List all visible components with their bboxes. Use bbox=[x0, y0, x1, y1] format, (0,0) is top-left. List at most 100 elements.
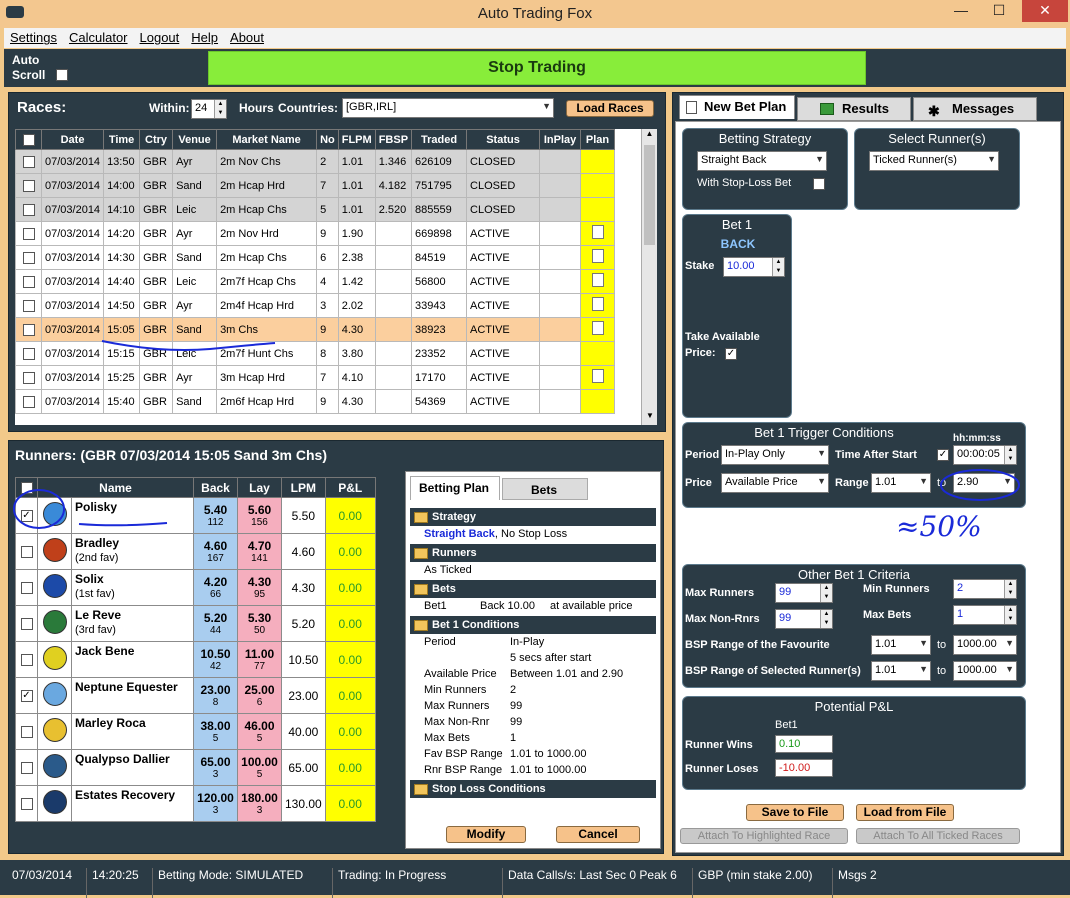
plan-document-icon[interactable] bbox=[591, 249, 604, 263]
back-price-cell[interactable]: 120.00 3 bbox=[193, 785, 238, 822]
runner-row[interactable]: ✓ Neptune Equester 23.00 8 25.00 6 23.00 0.00 bbox=[15, 677, 376, 714]
max-bets-spinner[interactable]: 1 ▲ ▼ bbox=[953, 605, 1017, 625]
countries-combo[interactable]: [GBR,IRL] ▼ bbox=[342, 98, 554, 118]
menu-about[interactable]: About bbox=[224, 28, 270, 47]
race-row-checkbox[interactable] bbox=[15, 197, 42, 222]
attach-highlighted-button[interactable]: Attach To Highlighted Race bbox=[680, 828, 848, 844]
races-col-market[interactable]: Market Name bbox=[216, 129, 318, 150]
back-price-cell[interactable]: 23.00 8 bbox=[193, 677, 238, 714]
race-row-checkbox[interactable] bbox=[15, 221, 42, 246]
race-row[interactable]: 07/03/2014 14:30 GBR Sand 2m Hcap Chs 6 2.38 84… bbox=[15, 245, 616, 270]
scroll-up-icon[interactable]: ▲ bbox=[642, 129, 657, 143]
lay-price-cell[interactable]: 5.30 50 bbox=[237, 605, 282, 642]
runner-checkbox[interactable] bbox=[15, 749, 38, 786]
races-col-venue[interactable]: Venue bbox=[172, 129, 218, 150]
runners-col-back[interactable]: Back bbox=[193, 477, 238, 498]
races-scrollbar[interactable]: ▲ ▼ bbox=[641, 129, 657, 425]
close-icon[interactable]: ✕ bbox=[1022, 0, 1068, 22]
max-runners-spinner[interactable]: 99 ▲ ▼ bbox=[775, 583, 833, 603]
plan-document-icon[interactable] bbox=[591, 369, 604, 383]
race-row[interactable]: 07/03/2014 14:20 GBR Ayr 2m Nov Hrd 9 1.90 6698… bbox=[15, 221, 616, 246]
runner-checkbox[interactable] bbox=[15, 641, 38, 678]
tab-messages[interactable]: ✱ Messages bbox=[913, 97, 1037, 121]
scroll-thumb[interactable] bbox=[644, 145, 655, 245]
race-row[interactable]: 07/03/2014 14:40 GBR Leic 2m7f Hcap Chs 4 1.42… bbox=[15, 269, 616, 294]
back-price-cell[interactable]: 4.20 66 bbox=[193, 569, 238, 606]
bsp-fav-from[interactable]: 1.01 ▼ bbox=[871, 635, 931, 655]
race-cell-plan[interactable] bbox=[580, 341, 616, 366]
lay-price-cell[interactable]: 25.00 6 bbox=[237, 677, 282, 714]
tab-new-bet-plan[interactable]: New Bet Plan bbox=[679, 95, 795, 119]
price-combo[interactable]: Available Price ▼ bbox=[721, 473, 829, 493]
races-col-status[interactable]: Status bbox=[466, 129, 541, 150]
race-cell-plan[interactable] bbox=[580, 365, 616, 390]
race-row-checkbox[interactable] bbox=[15, 341, 42, 366]
races-col-date[interactable]: Date bbox=[40, 129, 105, 150]
runner-checkbox[interactable]: ✓ bbox=[15, 677, 38, 714]
stoploss-checkbox[interactable] bbox=[813, 178, 825, 190]
races-col-flpm[interactable]: FLPM bbox=[337, 129, 376, 150]
race-row-checkbox[interactable] bbox=[15, 149, 42, 174]
runner-checkbox[interactable] bbox=[15, 533, 38, 570]
race-row-checkbox[interactable] bbox=[15, 293, 42, 318]
menu-logout[interactable]: Logout bbox=[134, 28, 186, 47]
back-price-cell[interactable]: 38.00 5 bbox=[193, 713, 238, 750]
within-spinner[interactable]: 24 ▲ ▼ bbox=[191, 99, 227, 119]
bsp-sel-to[interactable]: 1000.00 ▼ bbox=[953, 661, 1017, 681]
lay-price-cell[interactable]: 5.60 156 bbox=[237, 497, 282, 534]
cancel-button[interactable]: Cancel bbox=[556, 826, 640, 843]
range-from-combo[interactable]: 1.01 ▼ bbox=[871, 473, 931, 493]
race-cell-plan[interactable] bbox=[580, 197, 616, 222]
spinner-arrows-icon[interactable]: ▲ ▼ bbox=[1004, 580, 1016, 598]
runner-checkbox[interactable] bbox=[15, 605, 38, 642]
lay-price-cell[interactable]: 46.00 5 bbox=[237, 713, 282, 750]
load-from-file-button[interactable]: Load from File bbox=[856, 804, 954, 821]
runner-checkbox[interactable] bbox=[15, 713, 38, 750]
races-col-fbsp[interactable]: FBSP bbox=[374, 129, 413, 150]
spinner-arrows-icon[interactable]: ▲ ▼ bbox=[214, 100, 226, 118]
plan-document-icon[interactable] bbox=[591, 297, 604, 311]
races-col-select[interactable] bbox=[15, 129, 42, 150]
bsp-sel-from[interactable]: 1.01 ▼ bbox=[871, 661, 931, 681]
races-col-inplay[interactable]: InPlay bbox=[539, 129, 582, 150]
runner-row[interactable]: Marley Roca 38.00 5 46.00 5 40.00 0.00 bbox=[15, 713, 376, 750]
races-col-traded[interactable]: Traded bbox=[411, 129, 468, 150]
race-cell-plan[interactable] bbox=[580, 317, 616, 342]
race-row-checkbox[interactable] bbox=[15, 245, 42, 270]
runner-row[interactable]: Estates Recovery 120.00 3 180.00 3 130.00 0.00 bbox=[15, 785, 376, 822]
race-row[interactable]: 07/03/2014 15:25 GBR Ayr 3m Hcap Hrd 7 4.10 171… bbox=[15, 365, 616, 390]
tab-betting-plan[interactable]: Betting Plan bbox=[410, 476, 500, 500]
race-row[interactable]: 07/03/2014 14:50 GBR Ayr 2m4f Hcap Hrd 3 2.02 3… bbox=[15, 293, 616, 318]
race-row[interactable]: 07/03/2014 14:10 GBR Leic 2m Hcap Chs 5 1.01 2.… bbox=[15, 197, 616, 222]
min-runners-spinner[interactable]: 2 ▲ ▼ bbox=[953, 579, 1017, 599]
auto-scroll-checkbox[interactable] bbox=[56, 69, 68, 81]
back-price-cell[interactable]: 65.00 3 bbox=[193, 749, 238, 786]
race-row-checkbox[interactable] bbox=[15, 269, 42, 294]
race-cell-plan[interactable] bbox=[580, 149, 616, 174]
races-col-plan[interactable]: Plan bbox=[580, 129, 616, 150]
race-cell-plan[interactable] bbox=[580, 389, 616, 414]
runners-col-lpm[interactable]: LPM bbox=[281, 477, 326, 498]
race-row[interactable]: 07/03/2014 13:50 GBR Ayr 2m Nov Chs 2 1.01 1.34… bbox=[15, 149, 616, 174]
load-races-button[interactable]: Load Races bbox=[566, 100, 654, 117]
plan-document-icon[interactable] bbox=[591, 321, 604, 335]
back-price-cell[interactable]: 5.40 112 bbox=[193, 497, 238, 534]
tab-results[interactable]: Results bbox=[797, 97, 911, 121]
lay-price-cell[interactable]: 11.00 77 bbox=[237, 641, 282, 678]
stop-trading-button[interactable]: Stop Trading bbox=[208, 51, 866, 85]
spinner-arrows-icon[interactable]: ▲ ▼ bbox=[1004, 446, 1016, 464]
race-cell-plan[interactable] bbox=[580, 293, 616, 318]
race-row-checkbox[interactable] bbox=[15, 173, 42, 198]
race-row[interactable]: 07/03/2014 15:40 GBR Sand 2m6f Hcap Hrd 9 4.30… bbox=[15, 389, 616, 414]
race-row-checkbox[interactable] bbox=[15, 317, 42, 342]
plan-document-icon[interactable] bbox=[591, 225, 604, 239]
races-col-time[interactable]: Time bbox=[103, 129, 141, 150]
race-cell-plan[interactable] bbox=[580, 269, 616, 294]
race-row-checkbox[interactable] bbox=[15, 365, 42, 390]
runner-checkbox[interactable] bbox=[15, 569, 38, 606]
tab-bets[interactable]: Bets bbox=[502, 478, 588, 500]
menu-calculator[interactable]: Calculator bbox=[63, 28, 134, 47]
maximize-icon[interactable]: ☐ bbox=[984, 0, 1014, 22]
attach-all-button[interactable]: Attach To All Ticked Races bbox=[856, 828, 1020, 844]
spinner-arrows-icon[interactable]: ▲ ▼ bbox=[1004, 606, 1016, 624]
